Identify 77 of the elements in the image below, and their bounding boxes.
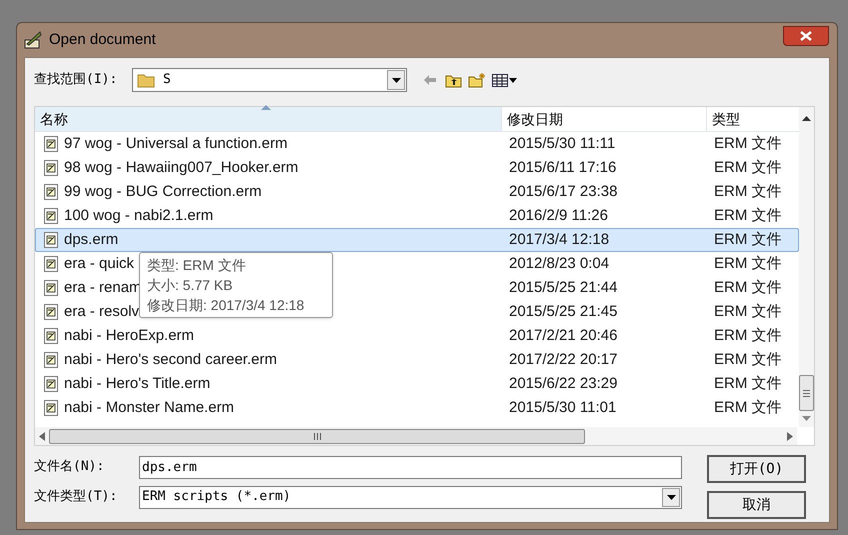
script-file-icon (44, 232, 58, 248)
script-file-icon (44, 208, 58, 224)
type-cell-text: ERM 文件 (713, 350, 782, 370)
look-in-value: S (163, 71, 171, 90)
quill-icon (23, 30, 43, 50)
script-file-icon (44, 304, 58, 320)
file-name[interactable]: nabi - Hero's second career.erm (64, 348, 277, 372)
date-cell-text: 2017/3/4 12:18 (508, 230, 610, 250)
file-type-label: 文件类型(T): (34, 488, 118, 506)
column-header[interactable]: 类型 (707, 107, 797, 131)
script-file-icon (44, 352, 58, 368)
column-header[interactable]: 修改日期 (502, 107, 707, 131)
folder-icon (137, 72, 155, 88)
type-cell-text: ERM 文件 (713, 302, 782, 322)
file-name[interactable]: era - resolv (64, 300, 140, 324)
scroll-right-icon[interactable] (787, 432, 793, 440)
scroll-left-icon[interactable] (39, 432, 45, 440)
tooltip-line: 大小: 5.77 KB (147, 276, 234, 295)
caret-icon (666, 494, 676, 500)
up-folder-icon[interactable] (445, 72, 462, 88)
script-file-icon (44, 256, 58, 272)
file-name[interactable]: nabi - Hero's Title.erm (64, 372, 210, 396)
type-cell-text: ERM 文件 (713, 398, 782, 418)
column-header[interactable]: 名称 (35, 107, 502, 131)
date-cell-text: 2015/5/25 21:44 (508, 278, 618, 298)
script-file-icon (44, 376, 58, 392)
window-title: Open document (49, 30, 156, 50)
date-cell-text: 2015/5/25 21:45 (508, 302, 618, 322)
script-file-icon (44, 136, 58, 152)
open-button[interactable]: 打开(O) (707, 455, 806, 483)
new-folder-icon[interactable] (468, 72, 486, 88)
type-cell-text: ERM 文件 (713, 278, 782, 298)
close-icon (800, 31, 812, 41)
dropdown-button[interactable] (662, 488, 680, 506)
type-cell-text: ERM 文件 (713, 230, 782, 250)
date-cell-text: 2017/2/21 20:46 (508, 326, 618, 346)
date-cell-text: 2015/6/11 17:16 (508, 158, 618, 178)
file-name[interactable]: dps.erm (64, 228, 118, 252)
type-cell-text: ERM 文件 (713, 206, 782, 226)
dropdown-button[interactable] (387, 70, 405, 90)
date-cell-text: 2016/2/9 11:26 (508, 206, 609, 226)
caret-icon (392, 78, 400, 82)
script-file-icon (44, 400, 58, 416)
look-in-combo[interactable]: S (132, 68, 407, 92)
close-button[interactable] (783, 26, 829, 46)
type-cell-text: ERM 文件 (713, 182, 782, 202)
date-cell-text: 2017/2/22 20:17 (508, 350, 618, 370)
script-file-icon (44, 328, 58, 344)
script-file-icon (44, 160, 58, 176)
tooltip-line: 修改日期: 2017/3/4 12:18 (147, 296, 306, 315)
date-cell-text: 2015/5/30 11:01 (508, 398, 618, 418)
type-cell-text: ERM 文件 (713, 254, 782, 274)
file-name[interactable]: 99 wog - BUG Correction.erm (64, 180, 262, 204)
date-cell-text: 2015/6/17 23:38 (508, 182, 618, 202)
script-file-icon (44, 184, 58, 200)
file-name[interactable]: 100 wog - nabi2.1.erm (64, 204, 214, 228)
file-name[interactable]: era - quick (64, 252, 134, 276)
view-menu-icon[interactable] (492, 74, 517, 86)
date-cell-text: 2015/6/22 23:29 (508, 374, 618, 394)
type-cell-text: ERM 文件 (713, 374, 782, 394)
sort-arrow-icon (261, 105, 271, 110)
tooltip-line: 类型: ERM 文件 (147, 256, 247, 275)
type-cell-text: ERM 文件 (713, 134, 782, 154)
file-name[interactable]: nabi - HeroExp.erm (64, 324, 194, 348)
cancel-button[interactable]: 取消 (707, 491, 806, 519)
file-name-field[interactable]: dps.erm (139, 456, 682, 478)
file-name[interactable]: 97 wog - Universal a function.erm (64, 132, 288, 156)
file-name[interactable]: 98 wog - Hawaiing007_Hooker.erm (64, 156, 298, 180)
look-in-label: 查找范围(I): (34, 71, 118, 90)
date-cell-text: 2015/5/30 11:11 (508, 134, 616, 154)
date-cell-text: 2012/8/23 0:04 (508, 254, 610, 274)
type-cell-text: ERM 文件 (713, 326, 782, 346)
script-file-icon (44, 280, 58, 296)
file-name[interactable]: nabi - Monster Name.erm (64, 396, 234, 420)
file-name-label: 文件名(N): (34, 458, 106, 476)
type-cell-text: ERM 文件 (713, 158, 782, 178)
file-type-combo[interactable]: ERM scripts (*.erm) (139, 486, 682, 508)
